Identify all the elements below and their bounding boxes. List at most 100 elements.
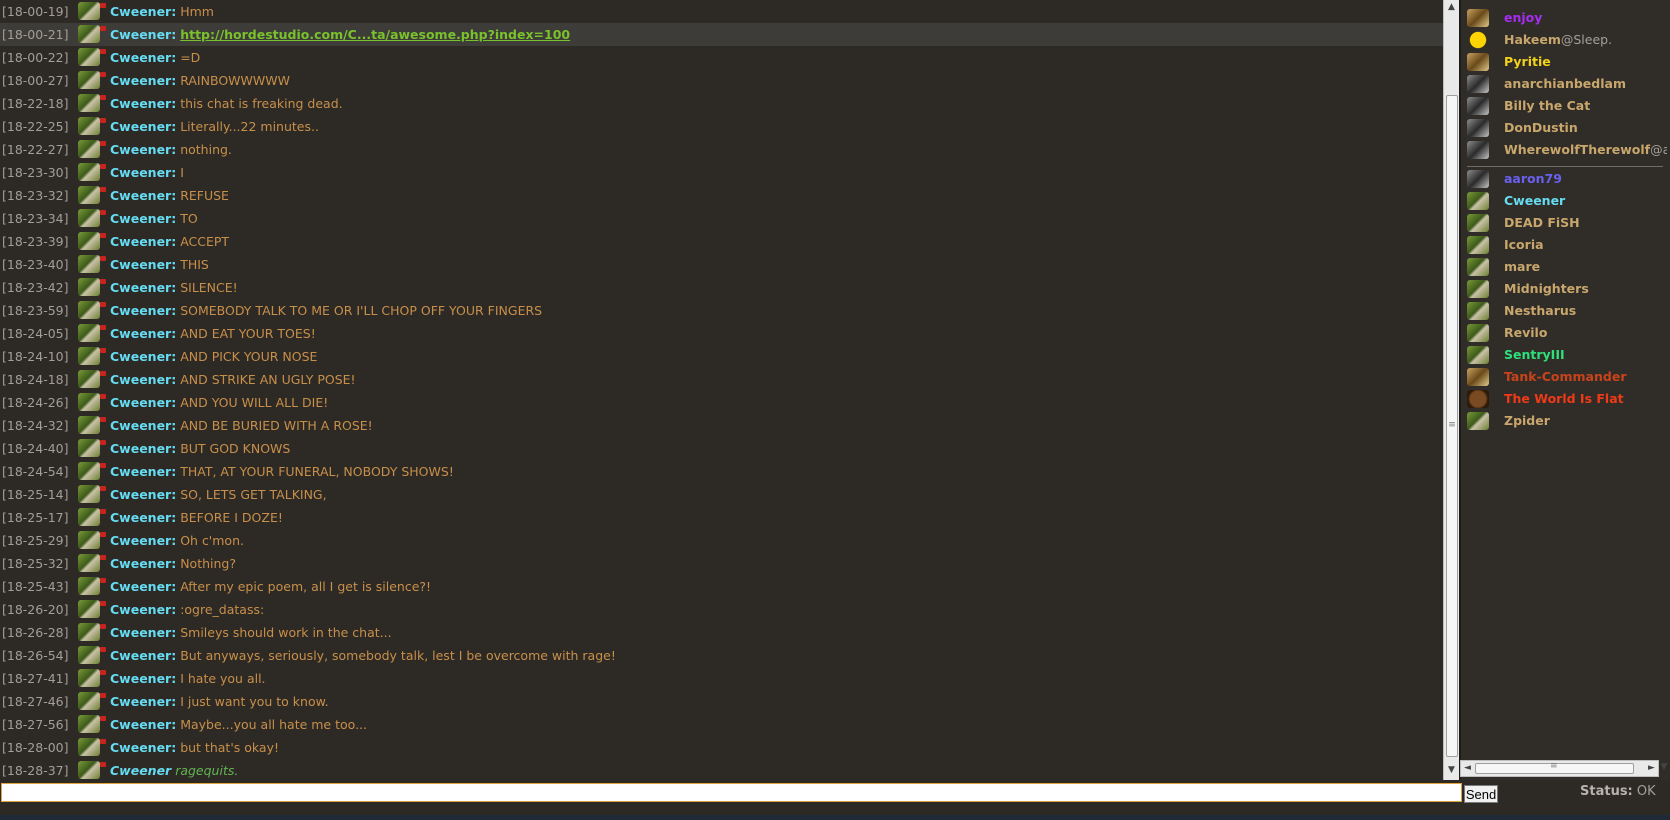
scroll-up-arrow-icon[interactable]: ▲ [1444,0,1459,15]
message-nick[interactable]: Cweener: [110,671,176,686]
message-nick[interactable]: Cweener: [110,579,176,594]
user-list-item[interactable]: Hakeem@Sleep. [1467,29,1667,51]
user-name[interactable]: Midnighters [1504,281,1589,296]
user-list-item[interactable]: Pyritie [1467,51,1667,73]
user-name[interactable]: anarchianbedlam [1504,76,1626,91]
chat-log[interactable]: [18-00-19] Cweener: Hmm [18-00-21] Cweener:… [0,0,1443,780]
user-name[interactable]: WherewolfTherewolf [1504,142,1650,157]
user-list-item[interactable]: aaron79 [1467,168,1667,190]
message-nick[interactable]: Cweener: [110,211,176,226]
message-nick[interactable]: Cweener: [110,694,176,709]
user-name[interactable]: Icoria [1504,237,1544,252]
user-name[interactable]: enjoy [1504,10,1542,25]
user-list-item[interactable]: DEAD FiSH [1467,212,1667,234]
user-name[interactable]: The World Is Flat [1504,391,1624,406]
timestamp: [18-24-10] [2,349,69,364]
scroll-left-arrow-icon[interactable]: ◄ [1461,761,1474,776]
chat-message: [18-28-37] Cweener ragequits. [0,759,1443,780]
message-nick[interactable]: Cweener: [110,73,176,88]
message-nick[interactable]: Cweener: [110,556,176,571]
message-nick[interactable]: Cweener: [110,326,176,341]
user-name[interactable]: Nestharus [1504,303,1576,318]
message-nick[interactable]: Cweener: [110,280,176,295]
user-name[interactable]: aaron79 [1504,171,1562,186]
message-nick[interactable]: Cweener: [110,257,176,272]
user-name[interactable]: Hakeem [1504,32,1561,47]
message-nick[interactable]: Cweener: [110,510,176,525]
scroll-down-arrow-icon[interactable]: ▼ [1659,760,1669,775]
user-list-item[interactable]: enjoy [1467,7,1667,29]
user-name[interactable]: mare [1504,259,1540,274]
message-nick[interactable]: Cweener: [110,372,176,387]
chat-message: [18-27-56] Cweener: Maybe...you all hate … [0,713,1443,736]
user-list-item[interactable]: WherewolfTherewolf@a [1467,139,1667,161]
hscrollbar-thumb[interactable]: ≡ [1475,761,1634,774]
message-nick[interactable]: Cweener: [110,418,176,433]
user-name[interactable]: SentryIII [1504,347,1565,362]
message-nick[interactable]: Cweener: [110,303,176,318]
user-name[interactable]: Pyritie [1504,54,1551,69]
message-nick[interactable]: Cweener: [110,50,176,65]
message-text: =D [180,50,201,65]
message-nick[interactable]: Cweener: [110,740,176,755]
user-status-suffix: @Sleep. [1560,32,1613,47]
message-nick[interactable]: Cweener: [110,165,176,180]
message-text: TO [180,211,198,226]
message-nick[interactable]: Cweener: [110,441,176,456]
message-input[interactable] [1,783,1462,802]
user-list-hscrollbar[interactable]: ◄ ≡ ► [1460,760,1659,777]
user-name[interactable]: Zpider [1504,413,1550,428]
message-nick[interactable]: Cweener: [110,234,176,249]
message-nick[interactable]: Cweener: [110,119,176,134]
user-list-item[interactable]: Zpider [1467,410,1667,432]
user-list-item[interactable]: Cweener [1467,190,1667,212]
user-name[interactable]: DEAD FiSH [1504,215,1580,230]
user-avatar-icon [78,737,106,756]
user-list-item[interactable]: DonDustin [1467,117,1667,139]
user-list-item[interactable]: mare [1467,256,1667,278]
user-list-item[interactable]: Nestharus [1467,300,1667,322]
message-nick[interactable]: Cweener [110,763,171,778]
scroll-right-arrow-icon[interactable]: ► [1645,761,1658,776]
user-list-item[interactable]: SentryIII [1467,344,1667,366]
user-name[interactable]: DonDustin [1504,120,1578,135]
message-text: BEFORE I DOZE! [180,510,283,525]
user-list-item[interactable]: Tank-Commander [1467,366,1667,388]
message-nick[interactable]: Cweener: [110,717,176,732]
message-link[interactable]: http://hordestudio.com/C...ta/awesome.ph… [180,27,570,42]
message-nick[interactable]: Cweener: [110,487,176,502]
user-name[interactable]: Tank-Commander [1504,369,1627,384]
message-nick[interactable]: Cweener: [110,142,176,157]
user-list-item[interactable]: Billy the Cat [1467,95,1667,117]
chat-scrollbar[interactable]: ▲ ≡ ▼ [1443,0,1459,780]
user-list-item[interactable]: Revilo [1467,322,1667,344]
user-list-item[interactable]: The World Is Flat [1467,388,1667,410]
user-avatar-icon [1467,411,1489,430]
message-text: AND YOU WILL ALL DIE! [180,395,329,410]
user-name[interactable]: Billy the Cat [1504,98,1590,113]
chat-message: [18-25-17] Cweener: BEFORE I DOZE! [0,506,1443,529]
timestamp: [18-22-25] [2,119,69,134]
message-nick[interactable]: Cweener: [110,188,176,203]
message-nick[interactable]: Cweener: [110,464,176,479]
message-nick[interactable]: Cweener: [110,648,176,663]
message-nick[interactable]: Cweener: [110,602,176,617]
message-nick[interactable]: Cweener: [110,27,176,42]
user-list-item[interactable]: Icoria [1467,234,1667,256]
message-nick[interactable]: Cweener: [110,625,176,640]
timestamp: [18-00-27] [2,73,69,88]
scrollbar-thumb[interactable]: ≡ [1446,95,1458,757]
send-button[interactable]: Send [1464,785,1498,803]
message-nick[interactable]: Cweener: [110,533,176,548]
message-nick[interactable]: Cweener: [110,395,176,410]
user-status-suffix: @a [1650,142,1667,157]
message-nick[interactable]: Cweener: [110,349,176,364]
user-list-item[interactable]: anarchianbedlam [1467,73,1667,95]
user-list-item[interactable]: Midnighters [1467,278,1667,300]
message-nick[interactable]: Cweener: [110,96,176,111]
user-avatar-icon [1467,118,1489,137]
user-name[interactable]: Cweener [1504,193,1565,208]
message-nick[interactable]: Cweener: [110,4,176,19]
user-name[interactable]: Revilo [1504,325,1547,340]
scroll-down-arrow-icon[interactable]: ▼ [1444,763,1459,778]
